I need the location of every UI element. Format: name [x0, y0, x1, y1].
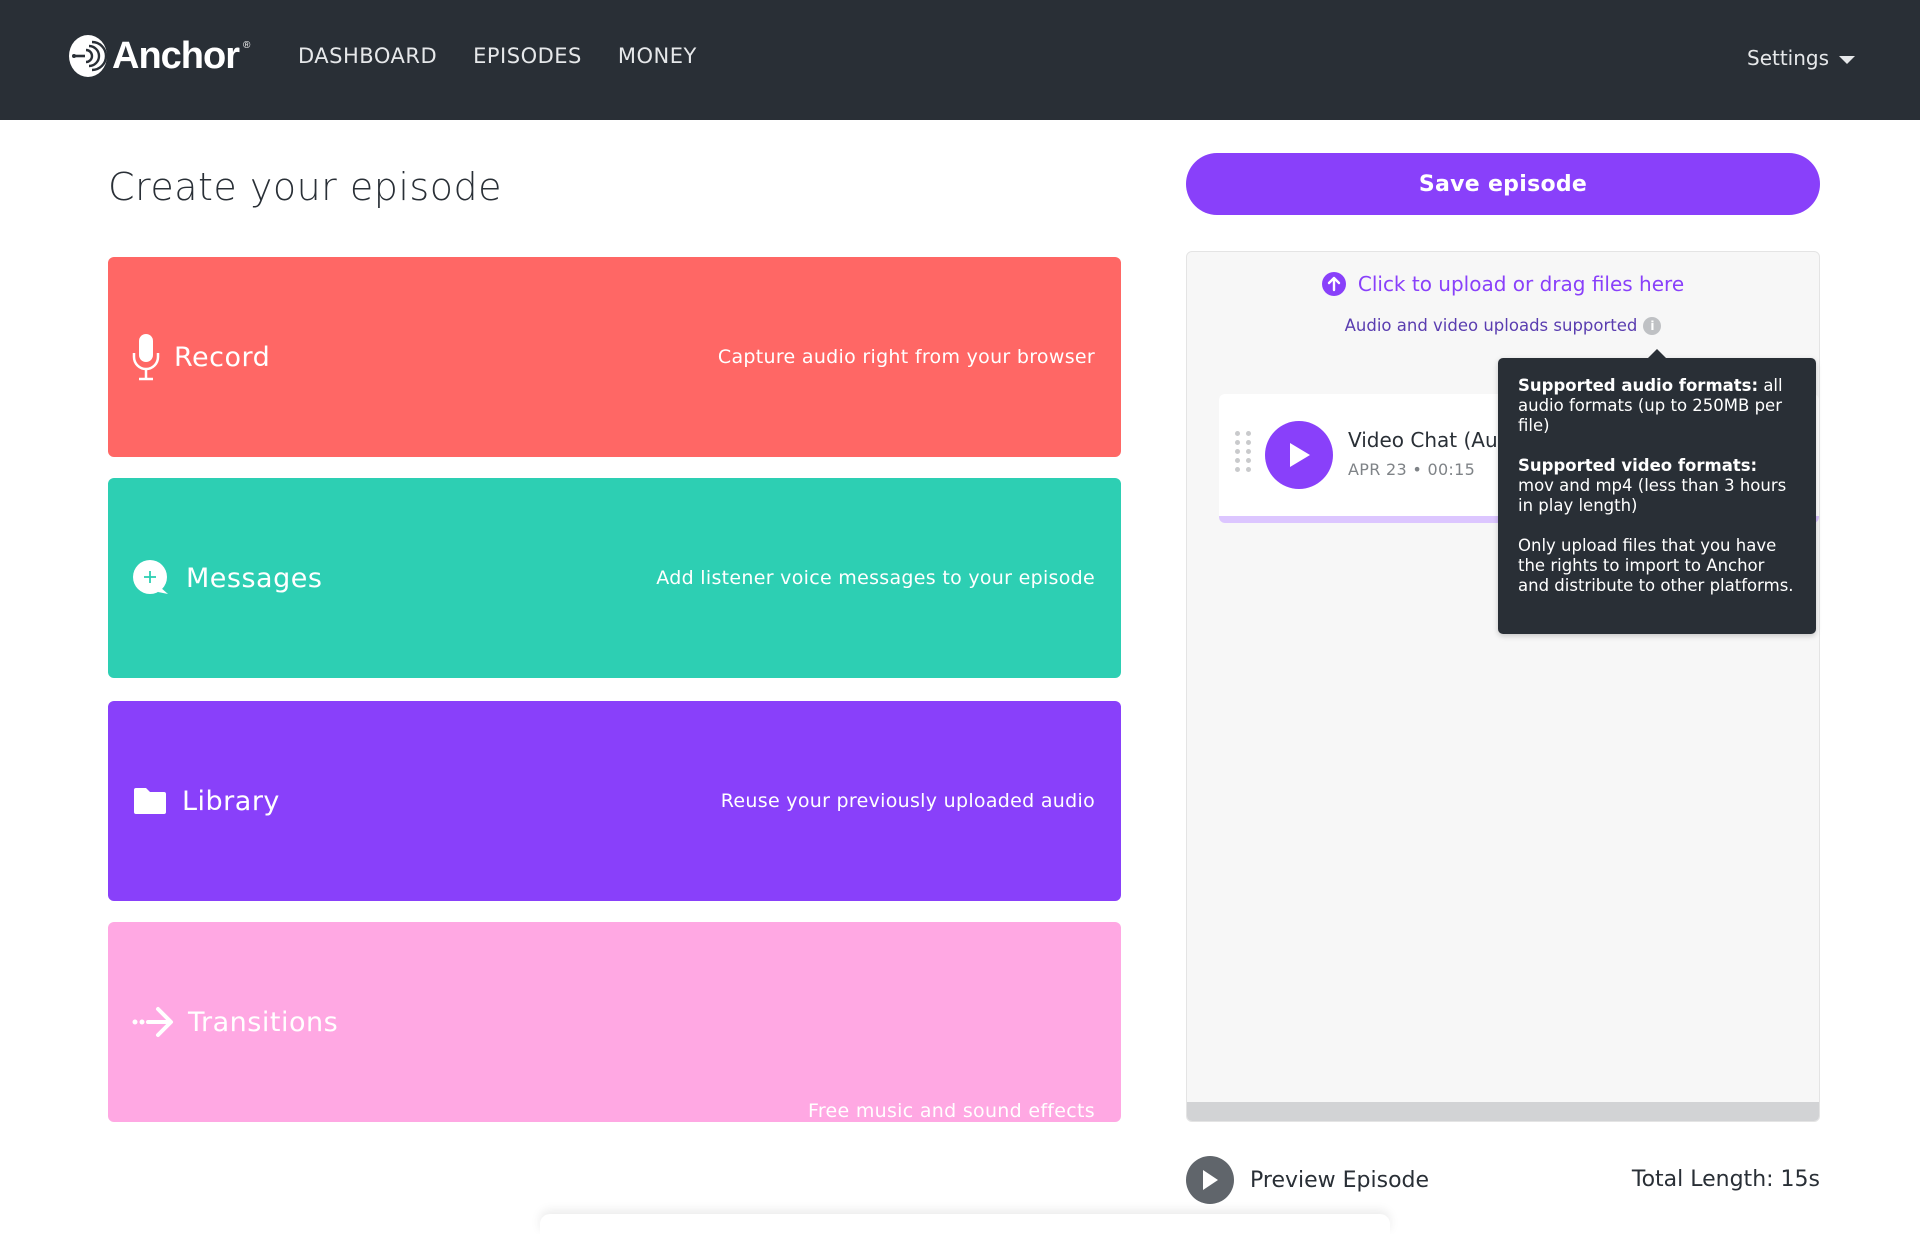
tooltip-rights: Only upload files that you have the righ… — [1518, 536, 1794, 595]
record-card[interactable]: Record Capture audio right from your bro… — [108, 257, 1121, 457]
settings-label: Settings — [1747, 46, 1830, 70]
messages-description: Add listener voice messages to your epis… — [656, 567, 1095, 589]
tooltip-audio: Supported audio formats: all audio forma… — [1518, 376, 1796, 436]
preview-label: Preview Episode — [1250, 1167, 1430, 1193]
upload-sub-label: Audio and video uploads supported — [1344, 316, 1638, 335]
segment-play-button[interactable] — [1265, 421, 1333, 489]
message-add-icon — [132, 559, 172, 597]
preview-episode-button[interactable]: Preview Episode — [1186, 1156, 1429, 1204]
record-description: Capture audio right from your browser — [717, 346, 1095, 368]
segment-meta: APR 23 • 00:15 — [1348, 460, 1476, 479]
folder-icon — [132, 786, 168, 816]
main-nav: DASHBOARD EPISODES MONEY — [298, 44, 697, 68]
nav-money[interactable]: MONEY — [618, 44, 697, 68]
logo-text: Anchor — [112, 34, 240, 77]
upload-label: Click to upload or drag files here — [1357, 272, 1685, 296]
dotted-arrow-icon — [132, 1005, 174, 1039]
top-navigation-bar: Anchor ® DASHBOARD EPISODES MONEY Settin… — [0, 0, 1920, 120]
registered-mark: ® — [243, 40, 251, 51]
transitions-description: Free music and sound effects — [807, 1100, 1095, 1122]
save-episode-button[interactable]: Save episode — [1186, 153, 1820, 215]
upload-icon — [1321, 272, 1346, 296]
info-icon[interactable]: i — [1643, 316, 1662, 335]
upload-dropzone[interactable]: Click to upload or drag files here — [1187, 272, 1819, 296]
preview-play-button[interactable] — [1186, 1156, 1234, 1204]
microphone-icon — [132, 333, 160, 381]
transitions-title: Transitions — [188, 1006, 339, 1038]
upload-support-note: Audio and video uploads supported i — [1187, 316, 1819, 335]
page-title: Create your episode — [108, 165, 502, 209]
tooltip-video-heading: Supported video formats: — [1518, 456, 1758, 475]
tooltip-video: Supported video formats: mov and mp4 (le… — [1518, 456, 1796, 516]
anchor-logo[interactable]: Anchor ® — [68, 34, 250, 78]
panel-footer-bar — [1187, 1102, 1819, 1121]
messages-card[interactable]: Messages Add listener voice messages to … — [108, 478, 1121, 678]
play-icon — [1290, 443, 1310, 467]
transitions-card[interactable]: Transitions Free music and sound effects — [108, 922, 1121, 1122]
messages-title: Messages — [186, 562, 323, 594]
tooltip-audio-heading: Supported audio formats: — [1518, 376, 1759, 395]
play-icon — [1203, 1170, 1218, 1190]
caret-down-icon — [1839, 55, 1856, 64]
nav-dashboard[interactable]: DASHBOARD — [298, 44, 437, 68]
anchor-logo-icon — [69, 35, 108, 77]
upload-formats-tooltip: Supported audio formats: all audio forma… — [1498, 349, 1816, 634]
library-card[interactable]: Library Reuse your previously uploaded a… — [108, 701, 1121, 901]
library-title: Library — [182, 785, 280, 817]
drag-handle-icon[interactable] — [1235, 431, 1251, 472]
record-title: Record — [174, 341, 271, 373]
nav-episodes[interactable]: EPISODES — [473, 44, 582, 68]
total-length: Total Length: 15s — [1631, 1167, 1820, 1192]
bottom-drawer-edge — [540, 1214, 1390, 1234]
library-description: Reuse your previously uploaded audio — [720, 790, 1095, 812]
tooltip-video-text: mov and mp4 (less than 3 hours in play l… — [1518, 476, 1787, 515]
settings-dropdown[interactable]: Settings — [1747, 46, 1856, 70]
